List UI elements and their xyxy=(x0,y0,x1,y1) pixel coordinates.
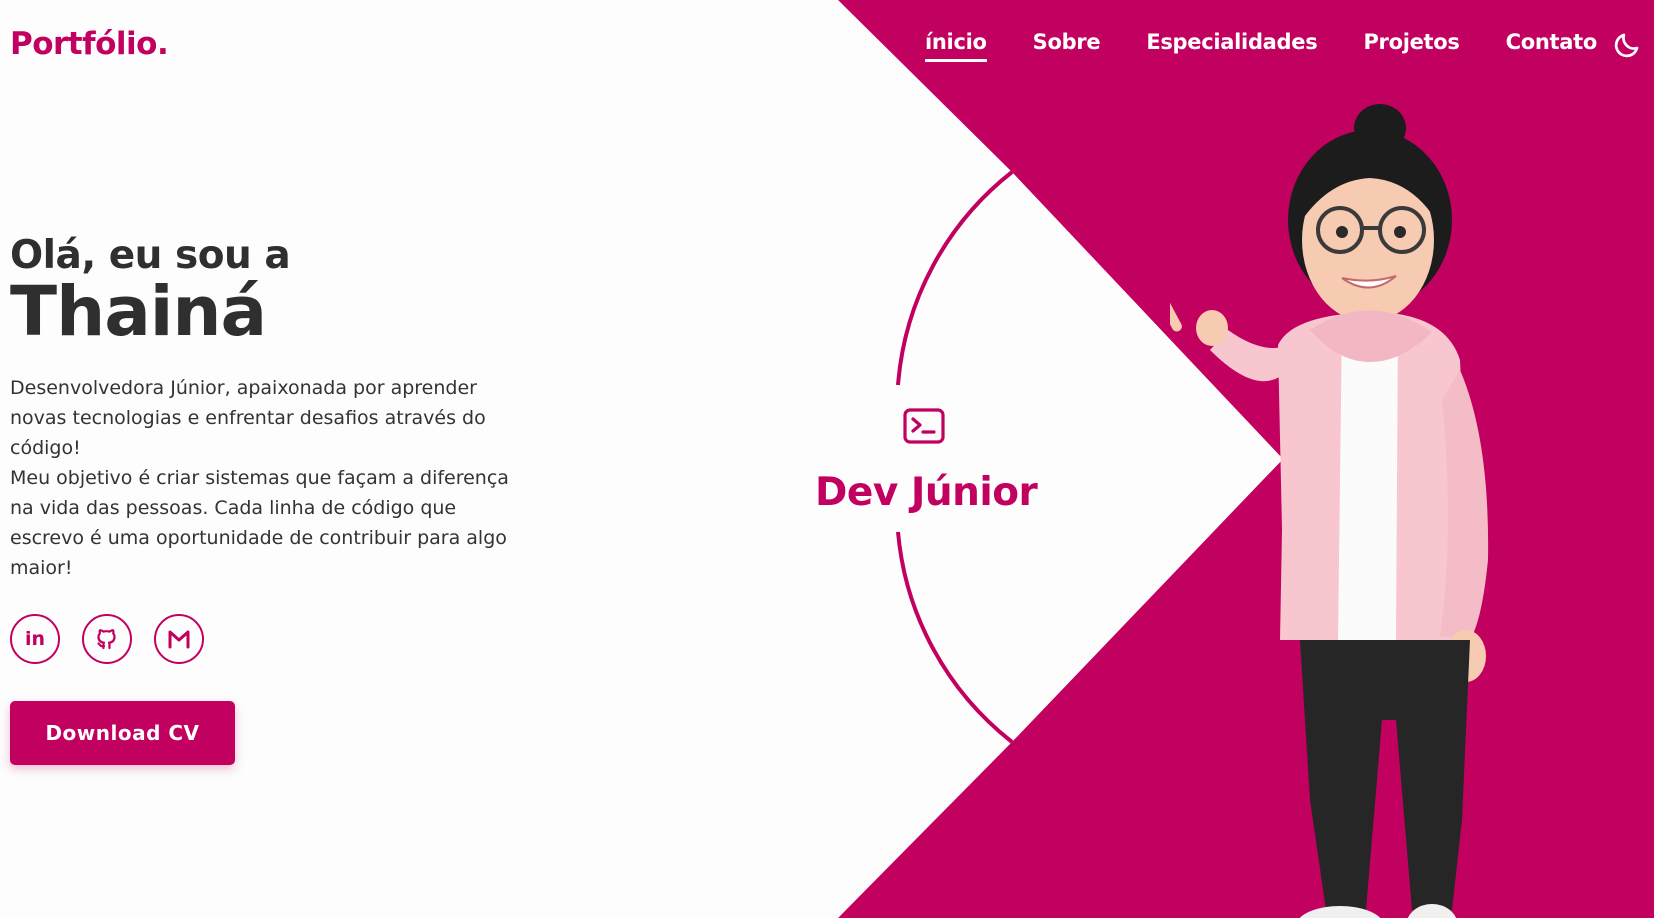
logo[interactable]: Portfólio. xyxy=(10,26,169,62)
role-label: Dev Júnior xyxy=(815,470,1038,515)
description-line: escrevo é uma oportunidade de contribuir… xyxy=(10,527,507,549)
github-button[interactable] xyxy=(82,614,132,664)
moon-icon xyxy=(1614,33,1639,58)
linkedin-icon: in xyxy=(24,628,46,650)
nav-projetos[interactable]: Projetos xyxy=(1363,30,1459,62)
linkedin-button[interactable]: in xyxy=(10,614,60,664)
description-line: novas tecnologias e enfrentar desafios a… xyxy=(10,407,486,429)
download-cv-button[interactable]: Download CV xyxy=(10,701,235,765)
page: Portfólio. ínicio Sobre Especialidades P… xyxy=(0,0,1654,918)
hero-name: Thainá xyxy=(10,272,267,352)
nav-sobre[interactable]: Sobre xyxy=(1033,30,1101,62)
theme-toggle-button[interactable] xyxy=(1612,30,1642,60)
social-links: in xyxy=(10,614,226,664)
description-line: maior! xyxy=(10,557,73,579)
gmail-button[interactable] xyxy=(154,614,204,664)
nav-contato[interactable]: Contato xyxy=(1506,30,1598,62)
nav-especialidades[interactable]: Especialidades xyxy=(1146,30,1317,62)
description-line: código! xyxy=(10,437,81,459)
nav-inicio[interactable]: ínicio xyxy=(925,30,987,62)
gmail-icon xyxy=(168,630,190,649)
avatar-illustration xyxy=(1170,104,1489,918)
description-line: na vida das pessoas. Cada linha de códig… xyxy=(10,497,457,519)
terminal-icon xyxy=(903,408,945,444)
hero-description: Desenvolvedora Júnior, apaixonada por ap… xyxy=(10,373,550,583)
description-line: Meu objetivo é criar sistemas que façam … xyxy=(10,467,509,489)
main-nav: ínicio Sobre Especialidades Projetos Con… xyxy=(925,30,1643,62)
github-icon xyxy=(97,629,116,650)
description-line: Desenvolvedora Júnior, apaixonada por ap… xyxy=(10,377,477,399)
